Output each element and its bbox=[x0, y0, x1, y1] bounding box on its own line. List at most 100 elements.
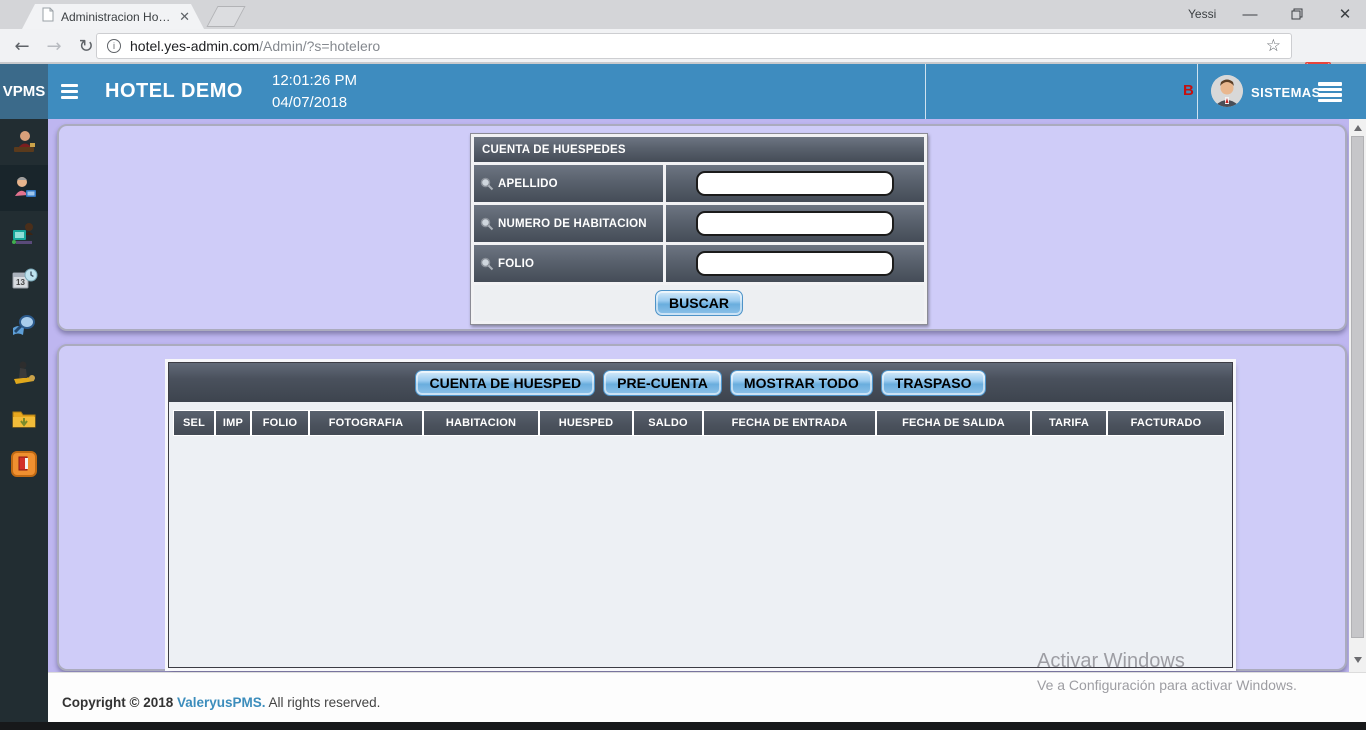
tab-traspaso[interactable]: TRASPASO bbox=[881, 370, 986, 396]
tab-title: Administracion Hotelera bbox=[61, 10, 172, 24]
front-desk-computer-icon bbox=[10, 220, 38, 248]
form-row-apellido: APELLIDO bbox=[474, 165, 924, 202]
window-close-button[interactable]: ✕ bbox=[1328, 0, 1362, 28]
col-habitacion: HABITACION bbox=[424, 411, 538, 435]
clock: 12:01:26 PM 04/07/2018 bbox=[272, 70, 357, 114]
app-header: VPMS HOTEL DEMO 12:01:26 PM 04/07/2018 B… bbox=[0, 64, 1366, 119]
svg-text:13: 13 bbox=[16, 278, 25, 287]
magnifier-icon bbox=[480, 217, 494, 231]
results-section: CUENTA DE HUESPED PRE-CUENTA MOSTRAR TOD… bbox=[57, 344, 1347, 671]
sidebar-item-ledger[interactable] bbox=[0, 441, 48, 487]
guest-service-icon bbox=[10, 174, 38, 202]
valeryuspms-link[interactable]: ValeryusPMS. bbox=[177, 695, 266, 710]
browser-titlebar: Administracion Hotelera ✕ Yessi — ✕ bbox=[0, 0, 1366, 29]
sidebar-item-search-records[interactable] bbox=[0, 303, 48, 349]
clock-date: 04/07/2018 bbox=[272, 92, 357, 114]
tab-pre-cuenta[interactable]: PRE-CUENTA bbox=[603, 370, 722, 396]
logged-in-user[interactable]: SISTEMAS bbox=[1251, 85, 1321, 100]
col-fecha-entrada: FECHA DE ENTRADA bbox=[704, 411, 875, 435]
apellido-label: APELLIDO bbox=[498, 178, 558, 190]
bookmark-star-icon[interactable]: ☆ bbox=[1266, 36, 1281, 56]
search-section: CUENTA DE HUESPEDES APELLIDO NUMERO DE H… bbox=[57, 124, 1347, 331]
folio-input-cell bbox=[666, 245, 924, 282]
panel-title: CUENTA DE HUESPEDES bbox=[474, 137, 924, 162]
page-favicon-icon bbox=[42, 7, 54, 27]
brand-logo[interactable]: VPMS bbox=[0, 64, 48, 119]
habitacion-input[interactable] bbox=[696, 211, 894, 236]
windows-activation-watermark-line2: Ve a Configuración para activar Windows. bbox=[1037, 677, 1297, 693]
browser-profile-name[interactable]: Yessi bbox=[1188, 7, 1216, 21]
sidebar-item-receptionist[interactable] bbox=[0, 119, 48, 165]
clock-time: 12:01:26 PM bbox=[272, 70, 357, 92]
sidebar-item-calendar[interactable]: 13 bbox=[0, 257, 48, 303]
col-imp: IMP bbox=[216, 411, 250, 435]
form-row-folio: FOLIO bbox=[474, 245, 924, 282]
user-avatar[interactable] bbox=[1211, 75, 1243, 107]
results-table-header: SEL IMP FOLIO FOTOGRAFIA HABITACION HUES… bbox=[173, 410, 1225, 436]
forward-button[interactable]: → bbox=[40, 32, 68, 60]
apellido-input[interactable] bbox=[696, 171, 894, 196]
guest-account-search-panel: CUENTA DE HUESPEDES APELLIDO NUMERO DE H… bbox=[470, 133, 928, 325]
apellido-input-cell bbox=[666, 165, 924, 202]
col-folio: FOLIO bbox=[252, 411, 308, 435]
window-restore-button[interactable] bbox=[1280, 0, 1314, 28]
results-button-bar: CUENTA DE HUESPED PRE-CUENTA MOSTRAR TOD… bbox=[169, 363, 1232, 402]
col-huesped: HUESPED bbox=[540, 411, 632, 435]
habitacion-label: NUMERO DE HABITACION bbox=[498, 218, 647, 230]
copyright-text: Copyright © 2018 ValeryusPMS. All rights… bbox=[62, 695, 380, 710]
scroll-up-arrow-icon[interactable] bbox=[1354, 125, 1362, 131]
sidebar-item-guest-accounts[interactable] bbox=[0, 165, 48, 211]
calendar-clock-icon: 13 bbox=[10, 266, 38, 294]
back-button[interactable]: ← bbox=[8, 32, 36, 60]
rights-text: All rights reserved. bbox=[266, 695, 381, 710]
new-tab-button[interactable] bbox=[206, 6, 245, 27]
folio-input[interactable] bbox=[696, 251, 894, 276]
apellido-label-cell: APELLIDO bbox=[474, 165, 663, 202]
browser-tab[interactable]: Administracion Hotelera ✕ bbox=[22, 4, 204, 29]
habitacion-input-cell bbox=[666, 205, 924, 242]
folio-label-cell: FOLIO bbox=[474, 245, 663, 282]
windows-activation-watermark-line1: Activar Windows bbox=[1037, 650, 1185, 673]
col-sel: SEL bbox=[174, 411, 214, 435]
header-divider bbox=[925, 64, 926, 119]
magnifier-icon bbox=[480, 257, 494, 271]
window-minimize-button[interactable]: — bbox=[1233, 0, 1267, 28]
copyright-prefix: Copyright © 2018 bbox=[62, 695, 177, 710]
sidebar-item-front-desk[interactable] bbox=[0, 211, 48, 257]
tab-cuenta-de-huesped[interactable]: CUENTA DE HUESPED bbox=[415, 370, 595, 396]
folio-label: FOLIO bbox=[498, 258, 534, 270]
notification-letter: B bbox=[1183, 82, 1194, 99]
url-path: /Admin/?s=hotelero bbox=[259, 38, 380, 54]
address-bar[interactable]: i hotel.yes-admin.com/Admin/?s=hotelero … bbox=[96, 33, 1292, 59]
control-sidebar-toggle-icon[interactable] bbox=[1318, 82, 1342, 102]
concierge-icon bbox=[10, 358, 38, 386]
buscar-button[interactable]: BUSCAR bbox=[655, 290, 743, 316]
sidebar-nav: 13 bbox=[0, 119, 48, 730]
main-content: CUENTA DE HUESPEDES APELLIDO NUMERO DE H… bbox=[48, 119, 1349, 672]
scroll-down-arrow-icon[interactable] bbox=[1354, 657, 1362, 663]
url-host: hotel.yes-admin.com bbox=[130, 38, 259, 54]
tab-mostrar-todo[interactable]: MOSTRAR TODO bbox=[730, 370, 873, 396]
results-widget: CUENTA DE HUESPED PRE-CUENTA MOSTRAR TOD… bbox=[168, 362, 1233, 668]
vertical-scrollbar[interactable] bbox=[1349, 119, 1366, 672]
header-divider bbox=[1197, 64, 1198, 119]
habitacion-label-cell: NUMERO DE HABITACION bbox=[474, 205, 663, 242]
app-title: HOTEL DEMO bbox=[105, 80, 243, 103]
sidebar-item-concierge[interactable] bbox=[0, 349, 48, 395]
page-info-icon[interactable]: i bbox=[107, 39, 121, 53]
col-fecha-salida: FECHA DE SALIDA bbox=[877, 411, 1030, 435]
col-saldo: SALDO bbox=[634, 411, 702, 435]
form-row-habitacion: NUMERO DE HABITACION bbox=[474, 205, 924, 242]
screenshot-root: Administracion Hotelera ✕ Yessi — ✕ ← → … bbox=[0, 0, 1366, 730]
archive-folder-icon bbox=[10, 404, 38, 432]
ledger-book-icon bbox=[10, 450, 38, 478]
browser-toolbar: ← → ↻ i hotel.yes-admin.com/Admin/?s=hot… bbox=[0, 29, 1366, 64]
scrollbar-thumb[interactable] bbox=[1351, 136, 1364, 638]
sidebar-item-archive[interactable] bbox=[0, 395, 48, 441]
window-bottom-edge bbox=[0, 722, 1366, 730]
col-facturado: FACTURADO bbox=[1108, 411, 1224, 435]
tab-close-icon[interactable]: ✕ bbox=[179, 9, 190, 25]
receptionist-icon bbox=[10, 128, 38, 156]
url-text: hotel.yes-admin.com/Admin/?s=hotelero bbox=[130, 38, 380, 54]
sidebar-toggle-icon[interactable] bbox=[61, 84, 78, 99]
